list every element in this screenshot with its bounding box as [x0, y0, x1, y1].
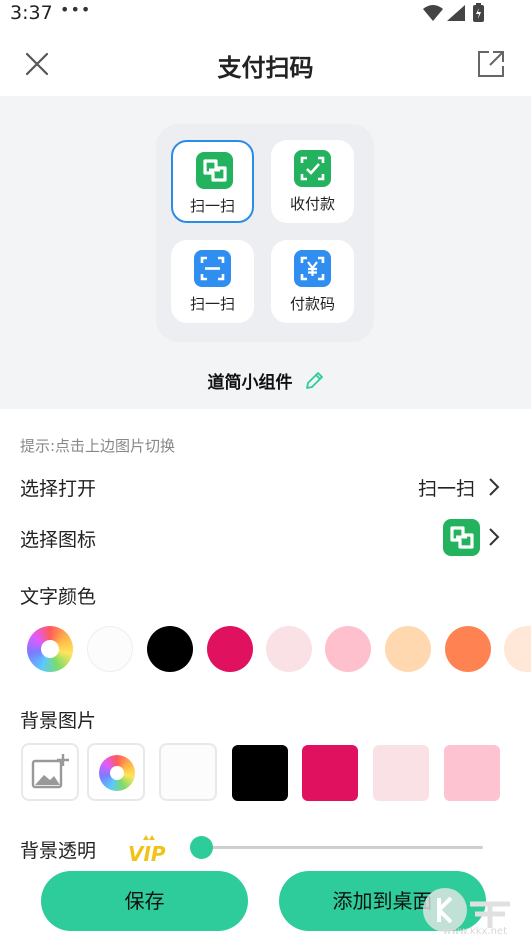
scan-icon: [450, 526, 474, 549]
chevron-right-icon[interactable]: [487, 477, 501, 497]
signal-icon: [447, 5, 465, 21]
battery-icon: [473, 3, 484, 22]
status-icons: [421, 3, 493, 29]
text-color-swatch-white[interactable]: [87, 626, 133, 672]
widget-cell-scan-frame[interactable]: 扫一扫: [171, 240, 254, 323]
text-color-swatch-light-pink[interactable]: [266, 626, 312, 672]
svg-text:VIP: VIP: [128, 842, 166, 864]
bg-swatch-pink[interactable]: [444, 745, 500, 801]
widget-cell-scan[interactable]: 扫一扫: [171, 140, 254, 223]
watermark-text: www.kkx.net: [443, 926, 507, 937]
edit-pencil-icon[interactable]: [304, 371, 324, 391]
add-image-icon: [31, 754, 69, 789]
select-icon-label: 选择图标: [20, 529, 97, 551]
text-color-wheel[interactable]: [27, 626, 73, 672]
bg-transparency-label: 背景透明: [20, 840, 97, 862]
widget-cell-receive[interactable]: 收付款: [271, 140, 354, 223]
bg-swatch-white[interactable]: [159, 743, 217, 801]
status-time: 3:37: [10, 2, 53, 24]
bg-swatch-crimson[interactable]: [302, 745, 358, 801]
widget-cell-label: 扫一扫: [189, 295, 235, 313]
text-color-swatch-peach[interactable]: [385, 626, 431, 672]
widget-cell-label: 付款码: [289, 295, 335, 313]
text-color-swatch-pink[interactable]: [325, 626, 371, 672]
scan-icon: [196, 152, 233, 189]
scan-frame-icon: [194, 250, 231, 287]
page-title: 支付扫码: [217, 54, 314, 82]
payment-code-icon: [294, 250, 331, 287]
open-action-label: 选择打开: [20, 478, 97, 500]
text-color-label: 文字颜色: [20, 586, 97, 608]
status-bar: 3:37 •••: [0, 0, 531, 30]
save-button[interactable]: 保存: [41, 871, 248, 931]
selected-app-icon[interactable]: [443, 519, 480, 556]
transparency-slider-thumb[interactable]: [190, 836, 213, 859]
bg-color-wheel[interactable]: [87, 743, 145, 801]
share-icon: [478, 51, 504, 77]
transparency-slider-track[interactable]: [200, 846, 483, 849]
widget-name: 道简小组件: [207, 373, 293, 393]
text-color-swatch-black[interactable]: [147, 626, 193, 672]
add-bg-image-button[interactable]: [21, 743, 79, 801]
chevron-right-icon[interactable]: [487, 527, 501, 547]
widget-cell-label: 扫一扫: [189, 197, 235, 215]
status-dots: •••: [60, 0, 92, 19]
vip-badge: VIP: [128, 834, 170, 868]
widget-preview[interactable]: 扫一扫 收付款 扫一扫 付款码: [156, 124, 374, 342]
widget-name-row[interactable]: 道简小组件: [0, 368, 531, 393]
bg-swatch-black[interactable]: [232, 745, 288, 801]
widget-preview-area: 扫一扫 收付款 扫一扫 付款码 道简小组件: [0, 96, 531, 409]
widget-cell-payment-code[interactable]: 付款码: [271, 240, 354, 323]
bg-image-label: 背景图片: [20, 710, 97, 732]
text-color-swatch-crimson[interactable]: [207, 626, 253, 672]
text-color-swatch-partial[interactable]: [504, 626, 531, 672]
receive-payment-icon: [294, 150, 331, 187]
vip-crown-icon: VIP: [128, 835, 166, 866]
share-button[interactable]: [475, 48, 507, 80]
widget-cell-label: 收付款: [289, 195, 335, 213]
header: 支付扫码: [0, 30, 531, 96]
open-action-value[interactable]: 扫一扫: [418, 474, 475, 501]
hint-text: 提示:点击上边图片切换: [20, 437, 176, 455]
text-color-swatch-orange[interactable]: [445, 626, 491, 672]
bg-swatch-light-pink[interactable]: [373, 745, 429, 801]
wifi-icon: [423, 5, 443, 21]
